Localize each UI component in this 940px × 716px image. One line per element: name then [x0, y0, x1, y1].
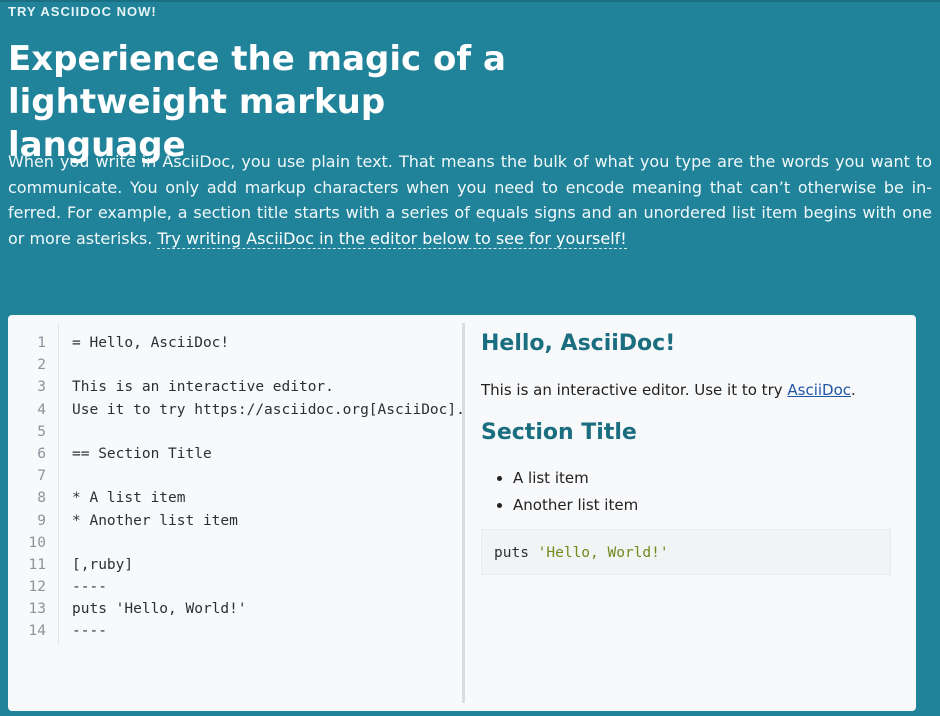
line-number: 4 [37, 401, 46, 418]
line-number: 5 [37, 423, 46, 440]
preview-code-block: puts 'Hello, World!' [481, 529, 891, 575]
editor-line[interactable]: 9 * Another list item [16, 510, 464, 532]
editor-line[interactable]: 4 Use it to try https://asciidoc.org[Asci… [16, 399, 464, 421]
page-title: Experience the magic of a lightweight ma… [8, 39, 506, 165]
editor-lines: 1 = Hello, AsciiDoc! 2 3 This is an intera… [16, 332, 464, 643]
eyebrow-label: TRY ASCIIDOC NOW! [8, 4, 157, 19]
code-keyword: puts [494, 545, 538, 561]
preview-section-title: Section Title [481, 420, 637, 445]
line-number: 11 [28, 556, 46, 573]
code-string: 'Hello, World!' [537, 545, 669, 561]
editor-line[interactable]: 14 ---- [16, 620, 464, 642]
preview-title: Hello, AsciiDoc! [481, 331, 676, 356]
line-text: Use it to try https://asciidoc.org[Ascii… [72, 401, 464, 418]
editor-line[interactable]: 12 ---- [16, 576, 464, 598]
intro-paragraph: When you write in AsciiDoc, you use plai… [8, 149, 932, 251]
list-item: Another list item [513, 492, 638, 519]
editor-line[interactable]: 1 = Hello, AsciiDoc! [16, 332, 464, 354]
line-number: 13 [28, 601, 46, 618]
line-text: puts 'Hello, World!' [72, 601, 247, 618]
line-text: [,ruby] [72, 556, 134, 573]
line-text: = Hello, AsciiDoc! [72, 335, 230, 351]
preview-paragraph-end: . [851, 381, 856, 399]
editor-line[interactable]: 10 [16, 532, 464, 554]
line-number: 9 [37, 512, 46, 529]
preview-list: A list item Another list item [481, 465, 638, 519]
code-editor[interactable]: 1 = Hello, AsciiDoc! 2 3 This is an intera… [16, 323, 464, 645]
editor-line[interactable]: 7 [16, 465, 464, 487]
editor-line[interactable]: 2 [16, 354, 464, 376]
editor-line[interactable]: 6 == Section Title [16, 443, 464, 465]
try-panel: 1 = Hello, AsciiDoc! 2 3 This is an intera… [8, 315, 916, 711]
rendered-preview: Hello, AsciiDoc! This is an interactive … [481, 315, 901, 711]
line-number: 7 [37, 468, 46, 485]
editor-line[interactable]: 8 * A list item [16, 487, 464, 509]
editor-line[interactable]: 11 [,ruby] [16, 554, 464, 576]
preview-paragraph-text: This is an interactive editor. Use it to… [481, 381, 788, 399]
line-number: 6 [37, 445, 46, 462]
line-number: 3 [37, 379, 46, 396]
line-text: ---- [72, 579, 107, 596]
editor-line[interactable]: 3 This is an interactive editor. [16, 376, 464, 398]
line-number: 8 [37, 490, 46, 507]
line-text: This is an interactive editor. [72, 379, 334, 396]
line-text: * Another list item [72, 512, 238, 529]
pane-resize-handle[interactable] [462, 323, 465, 703]
line-number: 14 [28, 623, 46, 640]
line-text: == Section Title [72, 445, 212, 462]
editor-line[interactable]: 13 puts 'Hello, World!' [16, 598, 464, 620]
asciidoc-link[interactable]: AsciiDoc [787, 381, 851, 399]
preview-paragraph: This is an interactive editor. Use it to… [481, 380, 856, 400]
top-rule [0, 0, 940, 2]
list-item: A list item [513, 465, 638, 492]
editor-line[interactable]: 5 [16, 421, 464, 443]
line-number: 1 [37, 335, 46, 351]
try-editor-link[interactable]: Try writing AsciiDoc in the editor below… [157, 228, 627, 249]
line-number: 2 [37, 357, 46, 374]
line-number: 12 [28, 579, 46, 596]
line-text: * A list item [72, 490, 186, 507]
line-number: 10 [28, 534, 46, 551]
line-text: ---- [72, 623, 107, 640]
